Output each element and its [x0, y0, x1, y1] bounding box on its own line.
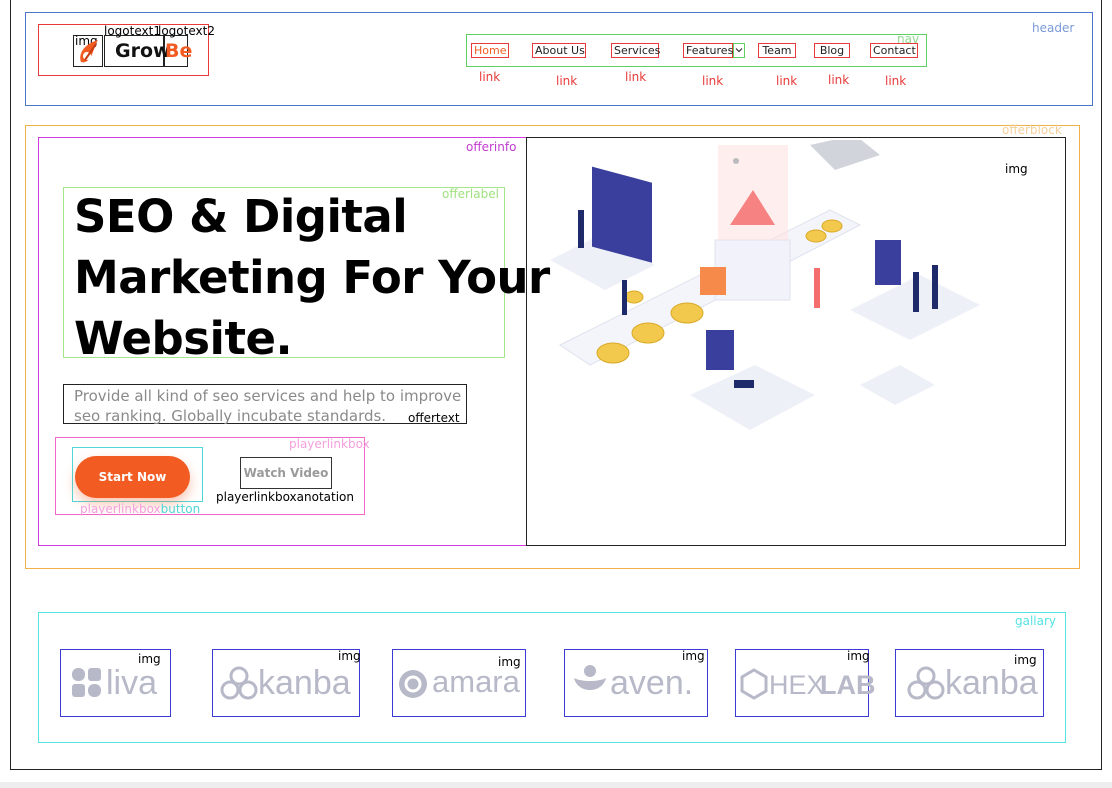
- nav-link-team[interactable]: Team: [758, 43, 796, 58]
- playerlinkboxanotation-annotation: playerlinkboxanotation: [216, 490, 354, 504]
- link-annotation-blog: link: [828, 73, 850, 87]
- kanba-logo-text-1: kanba: [258, 664, 351, 702]
- logo-text-grow: Grow: [115, 40, 171, 62]
- offerinfo-annotation: offerinfo: [466, 140, 517, 154]
- hero-title: SEO & Digital Marketing For Your Website…: [74, 186, 550, 369]
- hero-image-annotation: img: [1005, 162, 1028, 176]
- hero-title-line-3: Website.: [74, 312, 293, 365]
- playerlinkboxbutton-annotation-a: playerlinkbox: [80, 502, 161, 516]
- nav-link-home[interactable]: Home: [471, 43, 509, 58]
- kanba-logo-text-2: kanba: [945, 664, 1038, 702]
- hero-title-line-2: Marketing For Your: [74, 251, 550, 304]
- liva-logo-icon: [72, 668, 101, 697]
- playerlinkbox-annotation: playerlinkbox: [289, 437, 370, 451]
- nav-link-features[interactable]: Features: [683, 43, 733, 58]
- offerblock-annotation: offerblock: [1002, 123, 1062, 137]
- watch-video-button[interactable]: Watch Video: [240, 457, 332, 489]
- playerlinkboxbutton-annotation: playerlinkboxbutton: [80, 502, 200, 516]
- link-annotation-services: link: [625, 70, 647, 84]
- kanba-logo-icon-2: [907, 666, 945, 700]
- nav-link-contact[interactable]: Contact: [870, 43, 918, 58]
- chevron-down-icon: [735, 48, 743, 53]
- nav-link-blog[interactable]: Blog: [814, 43, 850, 58]
- gallery-image-annotation-4: img: [682, 649, 705, 663]
- bottom-scroll-area: [0, 782, 1112, 788]
- amara-logo-icon: [399, 670, 427, 698]
- link-annotation-contact: link: [885, 74, 907, 88]
- logo-mark-icon: [80, 40, 98, 63]
- hexlab-logo-icon: [740, 668, 768, 700]
- playerlinkboxbutton-annotation-b: button: [160, 502, 201, 516]
- liva-logo-text: liva: [106, 664, 158, 702]
- gallery-image-annotation-5: img: [847, 649, 870, 663]
- start-now-button[interactable]: Start Now: [75, 456, 190, 498]
- kanba-logo-icon-1: [220, 666, 258, 700]
- hexlab-logo-text-lab: LAB: [820, 670, 876, 700]
- link-annotation-about: link: [556, 74, 578, 88]
- hexlab-logo-text-hex: HEX: [769, 670, 825, 700]
- hero-description-line-1: Provide all kind of seo services and hel…: [74, 387, 462, 405]
- hero-title-line-1: SEO & Digital: [74, 190, 408, 243]
- link-annotation-team: link: [776, 74, 798, 88]
- header-annotation: header: [1032, 21, 1075, 35]
- amara-logo-text: amara: [432, 664, 520, 699]
- offertext-annotation: offertext: [408, 411, 460, 425]
- gallery-image-annotation-2: img: [338, 649, 361, 663]
- nav-link-services[interactable]: Services: [611, 43, 660, 58]
- seo-illustration: [550, 140, 980, 430]
- logo-text-be: Be: [165, 40, 193, 62]
- gallery-annotation: gallary: [1015, 614, 1057, 628]
- link-annotation-features: link: [702, 74, 724, 88]
- aven-logo-text: aven.: [610, 664, 694, 702]
- nav-link-about-us[interactable]: About Us: [532, 43, 586, 58]
- aven-logo-icon: [574, 665, 606, 690]
- link-annotation-home: link: [479, 70, 501, 84]
